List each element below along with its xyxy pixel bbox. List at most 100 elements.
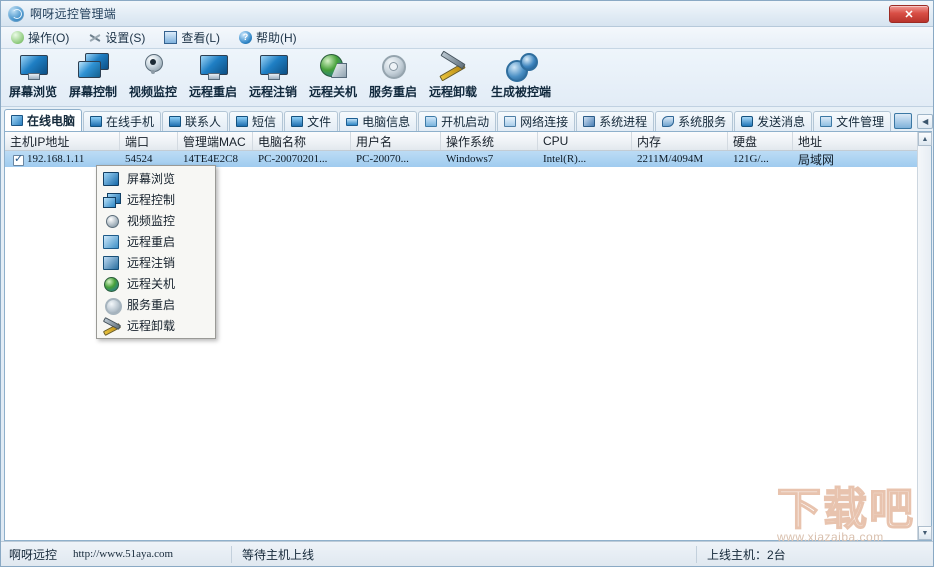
- column-header-pcname[interactable]: 电脑名称: [253, 132, 351, 150]
- toolbar-button-service-restart-label: 服务重启: [369, 83, 417, 100]
- context-menu-item-remote-control[interactable]: 远程控制: [97, 189, 215, 210]
- tab-online-computer[interactable]: 在线电脑: [4, 109, 82, 131]
- tab-online-phone[interactable]: 在线手机: [83, 111, 161, 131]
- column-header-os[interactable]: 操作系统: [441, 132, 538, 150]
- network-grid-icon: [504, 116, 516, 127]
- vertical-scrollbar[interactable]: ▲ ▼: [917, 132, 931, 540]
- column-header-mac[interactable]: 管理端MAC: [178, 132, 253, 150]
- context-menu-item-remote-logoff[interactable]: 远程注销: [97, 252, 215, 273]
- status-online-count: 上线主机：2台: [699, 542, 899, 567]
- tab-online-computer-label: 在线电脑: [27, 112, 75, 129]
- tab-sms-label: 短信: [252, 113, 276, 130]
- monitor-restart-icon: [198, 53, 228, 81]
- tab-startup[interactable]: 开机启动: [418, 111, 496, 131]
- tab-system-service[interactable]: 系统服务: [655, 111, 733, 131]
- cell-os: Windows7: [441, 151, 538, 167]
- tab-sms[interactable]: 短信: [229, 111, 283, 131]
- context-menu-item-remote-control-label: 远程控制: [127, 191, 175, 208]
- column-header-ip[interactable]: 主机IP地址: [5, 132, 120, 150]
- row-checkbox[interactable]: [13, 155, 24, 166]
- sms-icon: [236, 116, 248, 127]
- status-url[interactable]: http://www.51aya.com: [73, 542, 183, 567]
- view-window-icon: [164, 31, 177, 44]
- column-header-port[interactable]: 端口: [120, 132, 178, 150]
- webcam-icon: [103, 214, 119, 228]
- settings-wrench-icon: [88, 31, 101, 44]
- menu-item-operation[interactable]: 操作(O): [9, 28, 78, 47]
- toolbar-button-build-client-label: 生成被控端: [491, 83, 551, 100]
- gear-icon: [378, 53, 408, 81]
- menu-bar: 操作(O) 设置(S) 查看(L) ? 帮助(H): [1, 27, 934, 49]
- webcam-icon: [138, 53, 168, 81]
- context-menu-item-screen-view-label: 屏幕浏览: [127, 170, 175, 187]
- toolbar-button-screen-view-label: 屏幕浏览: [9, 83, 57, 100]
- overflow-tab-icon[interactable]: [894, 113, 912, 129]
- toolbar-button-screen-view[interactable]: 屏幕浏览: [3, 51, 63, 105]
- scroll-up-button[interactable]: ▲: [918, 132, 932, 146]
- toolbar-button-screen-control[interactable]: 屏幕控制: [63, 51, 123, 105]
- toolbar-button-service-restart[interactable]: 服务重启: [363, 51, 423, 105]
- context-menu-item-remote-shutdown-label: 远程关机: [127, 275, 175, 292]
- menu-item-settings[interactable]: 设置(S): [86, 28, 154, 47]
- monitor-logoff-icon: [103, 256, 119, 270]
- menu-item-operation-label: 操作(O): [28, 29, 69, 46]
- close-button[interactable]: ✕: [889, 5, 929, 23]
- context-menu-item-remote-logoff-label: 远程注销: [127, 254, 175, 271]
- context-menu-item-remote-uninstall-label: 远程卸载: [127, 317, 175, 334]
- tab-file[interactable]: 文件: [284, 111, 338, 131]
- tab-system-process-label: 系统进程: [599, 113, 647, 130]
- context-menu-item-remote-restart[interactable]: 远程重启: [97, 231, 215, 252]
- toolbar-button-video-monitor-label: 视频监控: [129, 83, 177, 100]
- tab-contacts-label: 联系人: [185, 113, 221, 130]
- gears-build-icon: [506, 53, 536, 81]
- toolbar-button-remote-logoff[interactable]: 远程注销: [243, 51, 303, 105]
- column-header-disk[interactable]: 硬盘: [728, 132, 793, 150]
- column-header-address[interactable]: 地址: [793, 132, 934, 150]
- scroll-down-button[interactable]: ▼: [918, 526, 932, 540]
- context-menu-item-remote-shutdown[interactable]: 远程关机: [97, 273, 215, 294]
- service-icon: [662, 116, 674, 127]
- tab-file-manager[interactable]: 文件管理: [813, 111, 891, 131]
- tab-network-connection[interactable]: 网络连接: [497, 111, 575, 131]
- tab-contacts[interactable]: 联系人: [162, 111, 228, 131]
- context-menu-item-screen-view[interactable]: 屏幕浏览: [97, 168, 215, 189]
- toolbar-button-build-client[interactable]: 生成被控端: [483, 51, 559, 105]
- menu-item-help[interactable]: ? 帮助(H): [237, 28, 306, 47]
- toolbar: 屏幕浏览 屏幕控制 视频监控 远程重启 远程注销 远程关机 服务重启 远程卸载: [1, 49, 934, 107]
- tab-system-process[interactable]: 系统进程: [576, 111, 654, 131]
- monitor-logoff-icon: [258, 53, 288, 81]
- cell-memory: 2211M/4094M: [632, 151, 728, 167]
- help-question-icon: ?: [239, 31, 252, 44]
- dual-monitor-icon: [78, 53, 108, 81]
- tab-scroll-left-button[interactable]: ◀: [917, 114, 933, 129]
- column-header-memory[interactable]: 内存: [632, 132, 728, 150]
- toolbar-button-remote-uninstall-label: 远程卸载: [429, 83, 477, 100]
- context-menu-item-service-restart[interactable]: 服务重启: [97, 294, 215, 315]
- column-header-cpu[interactable]: CPU: [538, 132, 632, 150]
- monitor-icon: [103, 172, 119, 186]
- computer-info-icon: [346, 118, 358, 126]
- context-menu-item-remote-uninstall[interactable]: 远程卸载: [97, 315, 215, 336]
- tab-send-message[interactable]: 发送消息: [734, 111, 812, 131]
- tab-send-message-label: 发送消息: [757, 113, 805, 130]
- operation-icon: [11, 31, 24, 44]
- context-menu-item-remote-restart-label: 远程重启: [127, 233, 175, 250]
- tools-icon: [103, 319, 119, 333]
- gear-icon: [103, 298, 119, 312]
- toolbar-button-remote-shutdown[interactable]: 远程关机: [303, 51, 363, 105]
- app-globe-icon: [8, 6, 24, 22]
- tab-computer-info[interactable]: 电脑信息: [339, 111, 417, 131]
- grid-header-row: 主机IP地址 端口 管理端MAC 电脑名称 用户名 操作系统 CPU 内存 硬盘…: [5, 132, 931, 151]
- context-menu-item-video-monitor[interactable]: 视频监控: [97, 210, 215, 231]
- menu-item-view[interactable]: 查看(L): [162, 28, 229, 47]
- tab-file-manager-label: 文件管理: [836, 113, 884, 130]
- title-bar: 啊呀远控管理端 ✕: [1, 1, 934, 27]
- column-header-user[interactable]: 用户名: [351, 132, 441, 150]
- toolbar-button-remote-uninstall[interactable]: 远程卸载: [423, 51, 483, 105]
- cell-disk: 121G/...: [728, 151, 793, 167]
- cell-cpu: Intel(R)...: [538, 151, 632, 167]
- toolbar-button-remote-restart[interactable]: 远程重启: [183, 51, 243, 105]
- toolbar-button-video-monitor[interactable]: 视频监控: [123, 51, 183, 105]
- menu-item-settings-label: 设置(S): [105, 29, 145, 46]
- cell-pcname: PC-20070201...: [253, 151, 351, 167]
